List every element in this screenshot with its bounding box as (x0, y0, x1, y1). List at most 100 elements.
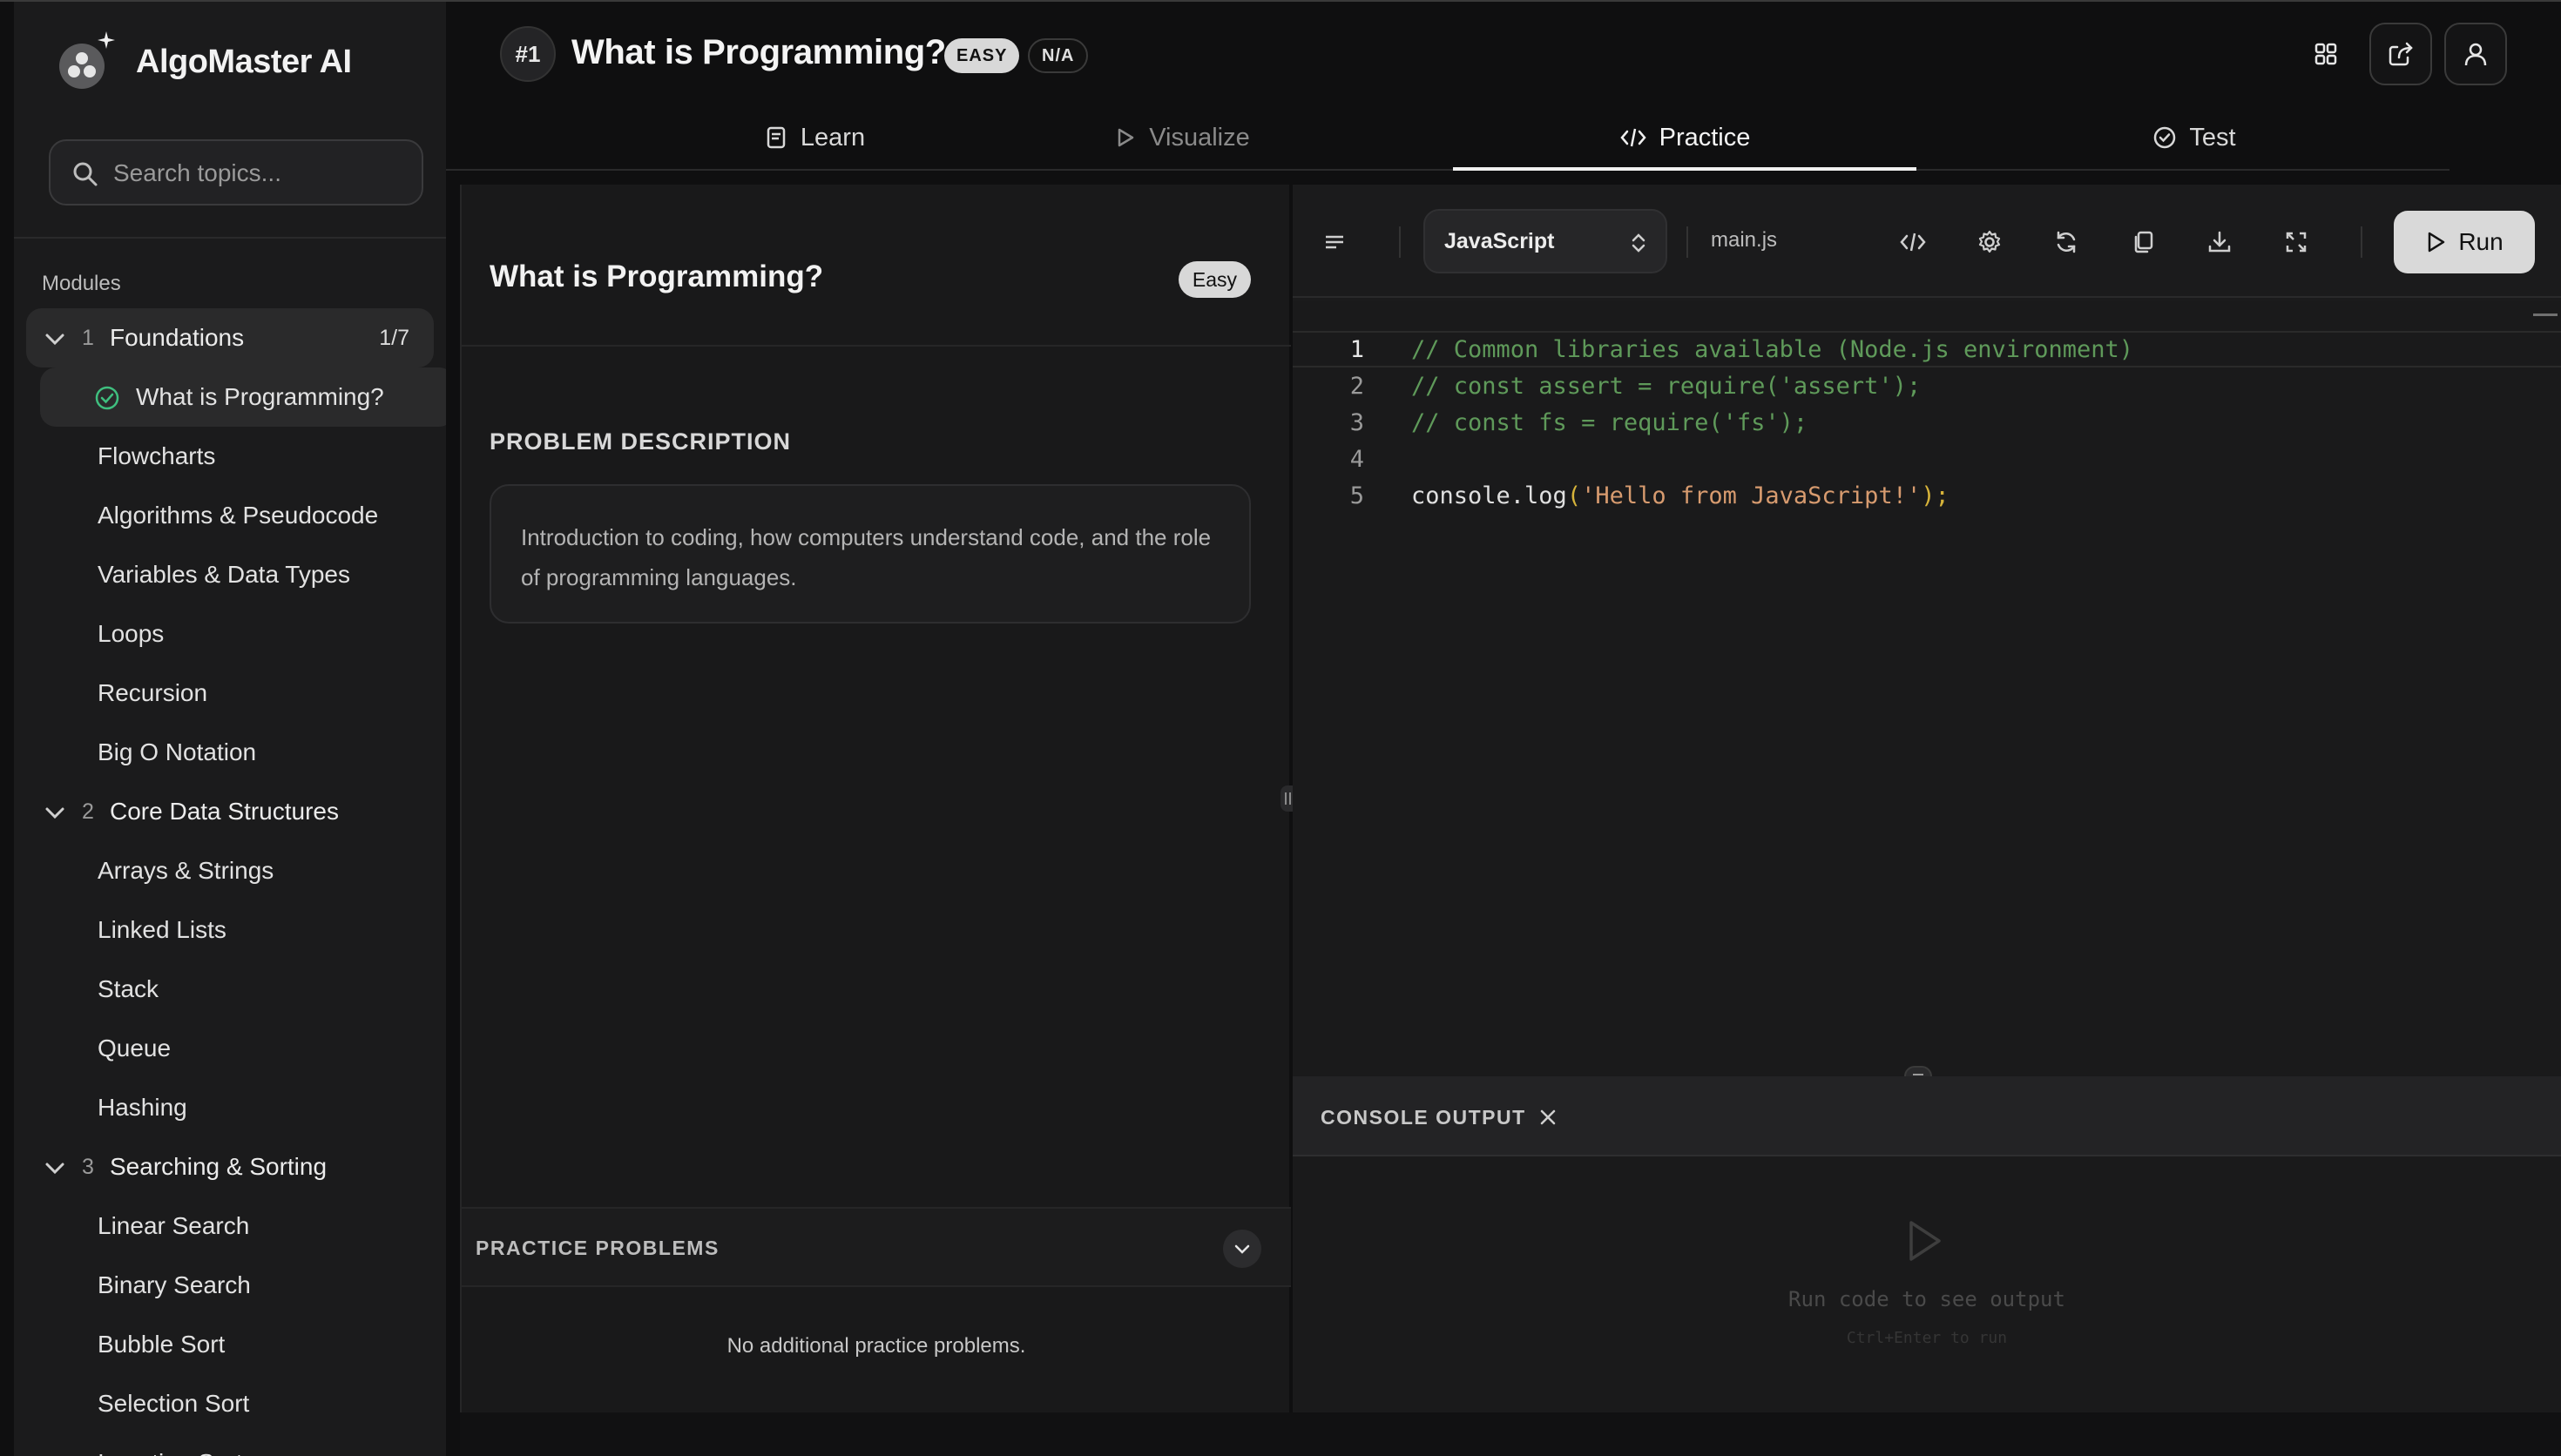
reset-icon (2057, 231, 2076, 253)
page-title: What is Programming? (571, 33, 946, 71)
console-empty-hint: Run code to see output (1788, 1287, 2065, 1311)
code-line: 4 (1293, 441, 2561, 477)
run-button[interactable]: Run (2394, 211, 2535, 273)
lesson-label: Big O Notation (98, 738, 257, 765)
download-icon (2208, 231, 2231, 253)
scrollbar-marker (2533, 313, 2558, 316)
code-line: 5 console.log('Hello from JavaScript!'); (1293, 477, 2561, 514)
settings-icon (1978, 230, 2001, 253)
difficulty-pill: Easy (1178, 261, 1251, 298)
download-button[interactable] (2199, 221, 2240, 263)
tab-bar: Learn Visualize Practice Test (446, 106, 2450, 171)
language-value: JavaScript (1444, 228, 1555, 253)
play-icon (1118, 128, 1134, 147)
lesson-flowcharts[interactable]: Flowcharts (14, 427, 446, 486)
module-number: 1 (82, 325, 94, 350)
module-foundations[interactable]: 1 Foundations 1/7 (26, 308, 434, 367)
lesson-label: What is Programming? (136, 383, 384, 410)
filename-label: main.js (1711, 228, 1778, 252)
lesson-linear-search[interactable]: Linear Search (14, 1196, 446, 1256)
search-icon (73, 162, 98, 186)
search-input[interactable] (113, 153, 409, 193)
lesson-selection-sort[interactable]: Selection Sort (14, 1374, 446, 1433)
lesson-queue[interactable]: Queue (14, 1019, 446, 1078)
line-number: 3 (1349, 408, 1364, 436)
toolbar-divider (1686, 226, 1688, 258)
lesson-label: Loops (98, 620, 165, 647)
tab-test[interactable]: Test (2068, 106, 2321, 169)
lesson-label: Queue (98, 1035, 172, 1062)
tab-learn[interactable]: Learn (688, 106, 941, 169)
lesson-bubble-sort[interactable]: Bubble Sort (14, 1315, 446, 1374)
lesson-recursion[interactable]: Recursion (14, 664, 446, 723)
lesson-label: Hashing (98, 1094, 187, 1121)
tab-visualize[interactable]: Visualize (1056, 106, 1308, 169)
search-box[interactable] (49, 139, 423, 206)
lesson-algorithms-pseudocode[interactable]: Algorithms & Pseudocode (14, 486, 446, 545)
copy-code-button[interactable] (2122, 221, 2164, 263)
lesson-stack[interactable]: Stack (14, 960, 446, 1019)
reset-code-button[interactable] (2045, 221, 2087, 263)
tab-label: Practice (1659, 123, 1751, 152)
module-core-data-structures[interactable]: 2 Core Data Structures (26, 782, 434, 841)
lesson-arrays-strings[interactable]: Arrays & Strings (14, 841, 446, 900)
problem-panel: What is Programming? Easy PROBLEM DESCRI… (460, 185, 1291, 1412)
problem-description-heading: PROBLEM DESCRIPTION (490, 428, 792, 455)
practice-problems-bar[interactable]: PRACTICE PROBLEMS (462, 1207, 1291, 1287)
share-icon (2389, 42, 2413, 66)
code-line: 2 // const assert = require('assert'); (1293, 367, 2561, 404)
lesson-label: Insertion Sort (98, 1449, 243, 1456)
user-icon (2464, 43, 2487, 66)
status-badge: N/A (1028, 38, 1089, 73)
notes-icon (767, 126, 786, 149)
practice-problems-toggle[interactable] (1223, 1230, 1261, 1268)
tab-practice[interactable]: Practice (1453, 106, 1916, 171)
grid-icon (2314, 43, 2337, 65)
console-shortcut-hint: Ctrl+Enter to run (1846, 1329, 2008, 1347)
console-output: Run code to see output Ctrl+Enter to run (1293, 1156, 2561, 1412)
code-line: 1 // Common libraries available (Node.js… (1293, 331, 2561, 367)
problem-title: What is Programming? (490, 260, 824, 293)
practice-problems-heading: PRACTICE PROBLEMS (476, 1237, 720, 1259)
logo-icon (59, 31, 115, 89)
problem-description: Introduction to coding, how computers un… (490, 484, 1251, 624)
tab-label: Visualize (1149, 123, 1250, 152)
outline-button[interactable] (1314, 221, 1355, 263)
share-button[interactable] (2369, 23, 2432, 85)
toolbar-divider (1399, 226, 1401, 258)
lesson-linked-lists[interactable]: Linked Lists (14, 900, 446, 960)
lesson-binary-search[interactable]: Binary Search (14, 1256, 446, 1315)
apps-grid-button[interactable] (2294, 23, 2357, 85)
chevron-updown-icon (1632, 233, 1645, 253)
module-title: Core Data Structures (110, 798, 339, 825)
code-text: // const fs = require('fs'); (1411, 408, 1808, 436)
tab-label: Test (2189, 123, 2236, 152)
lesson-label: Stack (98, 975, 159, 1002)
toolbar-divider (2361, 226, 2362, 258)
lesson-loops[interactable]: Loops (14, 604, 446, 664)
lesson-big-o-notation[interactable]: Big O Notation (14, 723, 446, 782)
lesson-label: Linked Lists (98, 916, 226, 943)
chevron-down-icon (45, 1163, 64, 1175)
lesson-variables-data-types[interactable]: Variables & Data Types (14, 545, 446, 604)
lesson-what-is-programming[interactable]: What is Programming? (40, 367, 446, 427)
profile-button[interactable] (2444, 23, 2507, 85)
fullscreen-button[interactable] (2275, 221, 2317, 263)
console-header: CONSOLE OUTPUT (1293, 1076, 2561, 1156)
module-searching-sorting[interactable]: 3 Searching & Sorting (26, 1137, 434, 1196)
lesson-insertion-sort[interactable]: Insertion Sort (14, 1433, 446, 1456)
tab-label: Learn (800, 123, 866, 152)
module-progress-count: 1/7 (379, 325, 409, 350)
menu-icon (1326, 235, 1343, 249)
chevron-down-icon (45, 807, 64, 819)
settings-button[interactable] (1969, 221, 2010, 263)
console-close-button[interactable] (1533, 1102, 1563, 1132)
run-label: Run (2458, 228, 2504, 255)
module-number: 2 (82, 799, 94, 824)
language-select[interactable]: JavaScript (1423, 209, 1667, 273)
view-code-button[interactable] (1892, 221, 1934, 263)
play-icon (1909, 1221, 1941, 1261)
console-title: CONSOLE OUTPUT (1321, 1106, 1526, 1129)
code-area[interactable]: 1 // Common libraries available (Node.js… (1293, 301, 2561, 1076)
lesson-hashing[interactable]: Hashing (14, 1078, 446, 1137)
